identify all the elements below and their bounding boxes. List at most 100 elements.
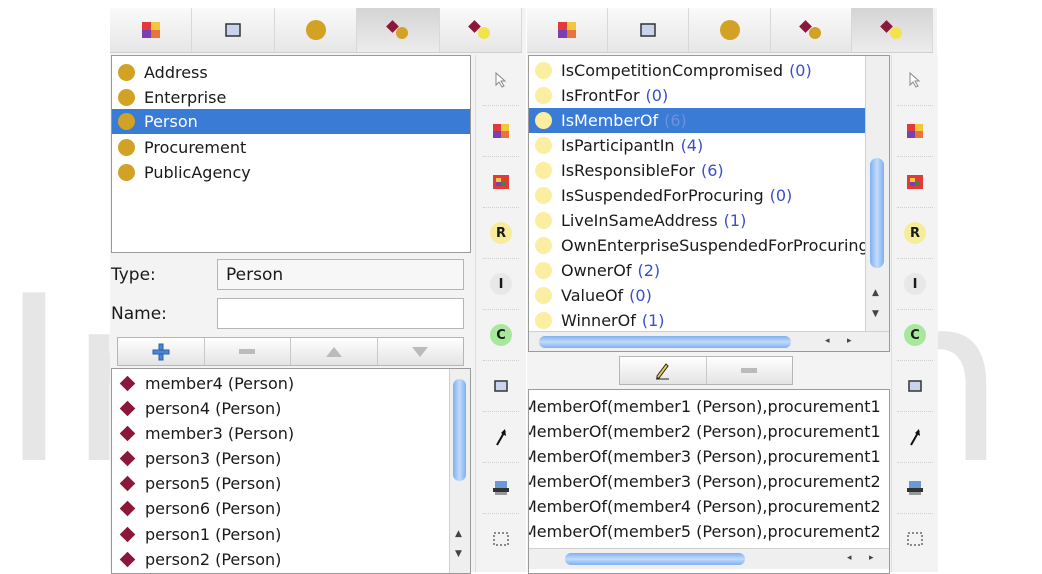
list-item[interactable]: MemberOf(member3 (Person),procurement1 <box>529 444 889 469</box>
remove-button[interactable] <box>205 338 291 365</box>
predicate-icon <box>535 112 552 129</box>
list-item[interactable]: person5 (Person) <box>112 471 470 496</box>
list-item[interactable]: MemberOf(member3 (Person),procurement2 <box>529 469 889 494</box>
instance-icon <box>119 526 136 543</box>
c-tool[interactable]: C <box>897 310 933 361</box>
list-item[interactable]: MemberOf(member4 (Person),procurement2 <box>529 494 889 519</box>
scroll-right-arrow[interactable]: ▸ <box>869 553 874 563</box>
marquee-tool[interactable] <box>483 514 519 564</box>
palette-tool[interactable] <box>897 106 933 157</box>
scroll-thumb[interactable] <box>539 336 791 348</box>
square-tool[interactable] <box>483 361 519 412</box>
scroll-thumb[interactable] <box>870 158 884 268</box>
marquee-tool[interactable] <box>897 514 933 564</box>
move-down-button[interactable] <box>378 338 464 365</box>
palette-icon <box>141 22 160 38</box>
type-item-person[interactable]: Person <box>112 109 470 134</box>
list-item[interactable]: person1 (Person) <box>112 522 470 547</box>
pointer-icon <box>909 72 921 88</box>
arrow-icon <box>910 429 920 446</box>
predicate-item[interactable]: IsParticipantIn (4) <box>529 133 889 158</box>
c-tool[interactable]: C <box>483 310 519 361</box>
scroll-thumb[interactable] <box>453 379 466 481</box>
palette-grid-tool[interactable] <box>483 157 519 208</box>
palette-tool[interactable] <box>483 106 519 157</box>
stamp-tool[interactable] <box>897 463 933 514</box>
predicates-vscrollbar[interactable]: ▲ ▼ <box>865 56 889 331</box>
add-button[interactable] <box>118 338 205 365</box>
predicate-item[interactable]: ValueOf (0) <box>529 283 889 308</box>
predicate-item[interactable]: WinnerOf (1) <box>529 308 889 333</box>
instances-vscrollbar[interactable]: ▲ ▼ <box>449 369 470 573</box>
predicate-item[interactable]: OwnEnterpriseSuspendedForProcuring <box>529 233 889 258</box>
list-item[interactable]: member4 (Person) <box>112 371 470 396</box>
name-field[interactable] <box>217 298 464 329</box>
move-up-button[interactable] <box>291 338 378 365</box>
list-item[interactable]: person4 (Person) <box>112 396 470 421</box>
type-item-address[interactable]: Address <box>112 60 470 85</box>
predicate-item[interactable]: IsFrontFor (0) <box>529 83 889 108</box>
tab-square[interactable] <box>192 8 275 52</box>
predicate-item[interactable]: LiveInSameAddress (1) <box>529 208 889 233</box>
list-item[interactable]: person6 (Person) <box>112 496 470 521</box>
scroll-thumb[interactable] <box>565 553 745 565</box>
predicate-icon <box>535 287 552 304</box>
type-label: Type: <box>111 265 156 285</box>
scroll-down-arrow[interactable]: ▼ <box>872 309 879 319</box>
tab-instances[interactable] <box>771 8 852 52</box>
tab-types[interactable] <box>689 8 771 52</box>
square-tool[interactable] <box>897 361 933 412</box>
predicates-list: IsCompetitionCompromised (0) IsFrontFor (0… <box>528 55 890 352</box>
scroll-up-arrow[interactable]: ▲ <box>455 529 462 539</box>
predicate-item[interactable]: IsCompetitionCompromised (0) <box>529 58 889 83</box>
predicate-item[interactable]: IsMemberOf (6) <box>529 108 889 133</box>
remove-button[interactable] <box>707 357 793 384</box>
tab-palette[interactable] <box>110 8 193 52</box>
tab-palette[interactable] <box>527 8 609 52</box>
pointer-tool[interactable] <box>897 55 933 106</box>
pointer-tool[interactable] <box>483 55 519 106</box>
tab-instances[interactable] <box>357 8 440 52</box>
list-item[interactable]: member3 (Person) <box>112 421 470 446</box>
type-icon <box>118 139 135 156</box>
list-item[interactable]: MemberOf(member5 (Person),procurement2 <box>529 519 889 544</box>
scroll-up-arrow[interactable]: ▲ <box>872 288 879 298</box>
list-item[interactable]: MemberOf(member1 (Person),procurement1 <box>529 394 889 419</box>
type-item-procurement[interactable]: Procurement <box>112 135 470 160</box>
list-item[interactable]: person3 (Person) <box>112 446 470 471</box>
predicate-item[interactable]: IsSuspendedForProcuring (0) <box>529 183 889 208</box>
scroll-left-arrow[interactable]: ◂ <box>847 553 852 563</box>
type-item-enterprise[interactable]: Enterprise <box>112 85 470 110</box>
predicate-item[interactable]: IsResponsibleFor (6) <box>529 158 889 183</box>
palette-grid-tool[interactable] <box>897 157 933 208</box>
list-item[interactable]: MemberOf(member2 (Person),procurement1 <box>529 419 889 444</box>
stamp-tool[interactable] <box>483 463 519 514</box>
predicates-hscrollbar[interactable]: ◂ ▸ <box>529 331 889 351</box>
predicate-item[interactable]: OwnerOf (2) <box>529 258 889 283</box>
scroll-right-arrow[interactable]: ▸ <box>847 336 852 346</box>
stamp-icon <box>907 481 923 495</box>
stamp-icon <box>493 481 509 495</box>
arrow-tool[interactable] <box>897 412 933 463</box>
facts-hscrollbar[interactable]: ◂ ▸ <box>529 548 889 569</box>
instance-icon <box>119 551 136 568</box>
type-item-publicagency[interactable]: PublicAgency <box>112 160 470 185</box>
edit-button[interactable] <box>620 357 707 384</box>
diamond-circle-icon <box>798 20 821 39</box>
i-tool[interactable]: I <box>483 259 519 310</box>
tab-square[interactable] <box>608 8 690 52</box>
instance-icon <box>119 400 136 417</box>
tab-types[interactable] <box>275 8 358 52</box>
list-item[interactable]: person2 (Person) <box>112 547 470 572</box>
r-tool[interactable]: R <box>897 208 933 259</box>
tab-predicates[interactable] <box>851 8 934 52</box>
c-icon: C <box>904 324 926 346</box>
scroll-down-arrow[interactable]: ▼ <box>455 549 462 559</box>
r-tool[interactable]: R <box>483 208 519 259</box>
i-tool[interactable]: I <box>897 259 933 310</box>
arrow-tool[interactable] <box>483 412 519 463</box>
tab-predicates[interactable] <box>440 8 523 52</box>
palette-icon <box>493 124 509 138</box>
square-icon <box>640 23 657 37</box>
scroll-left-arrow[interactable]: ◂ <box>825 336 830 346</box>
